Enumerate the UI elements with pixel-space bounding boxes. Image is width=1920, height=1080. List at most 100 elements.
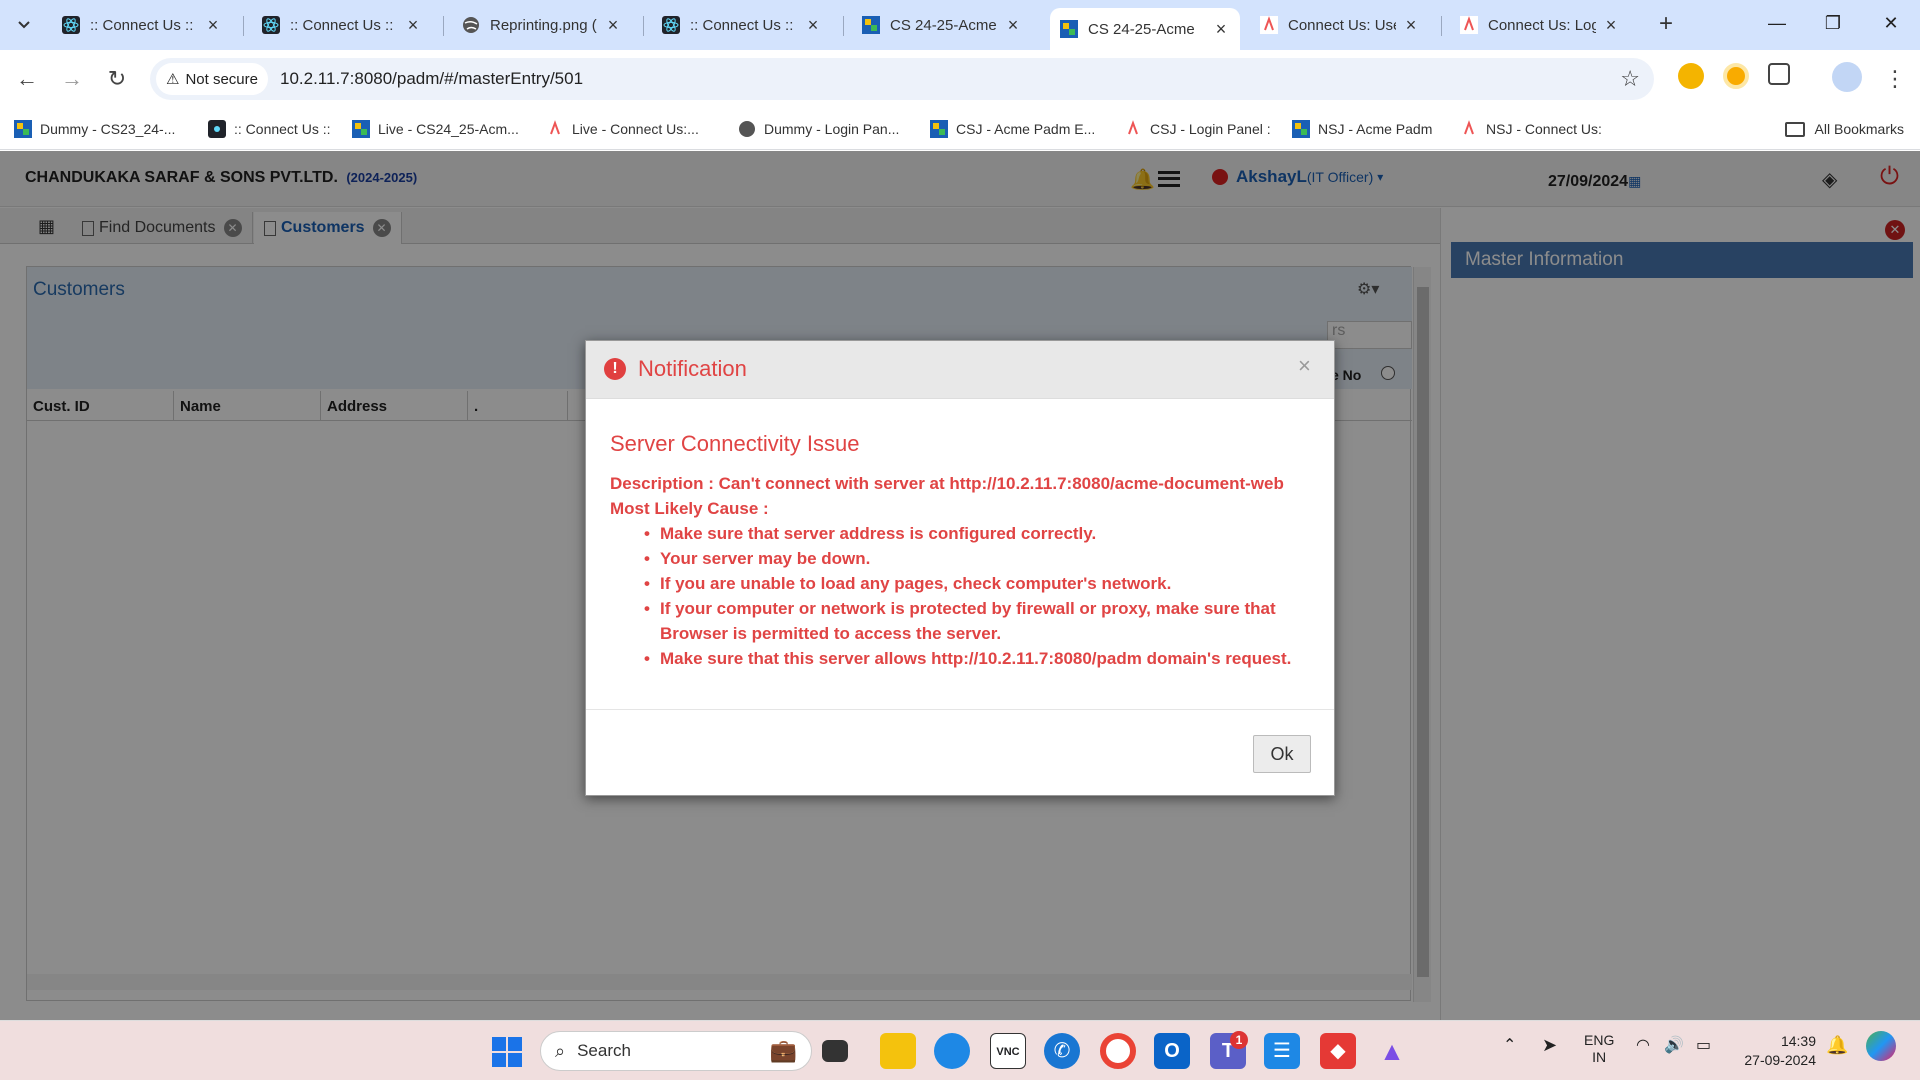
teams-icon[interactable]: T1 [1210,1031,1248,1069]
tab-search-button[interactable] [10,11,38,39]
cause-label: Most Likely Cause : [610,499,769,518]
mountain-app-icon[interactable]: ▲ [1374,1033,1410,1069]
back-button[interactable]: ← [12,64,42,94]
system-clock[interactable]: 14:39 27-09-2024 [1730,1032,1816,1070]
url-text[interactable]: 10.2.11.7:8080/padm/#/masterEntry/501 [280,69,583,89]
address-bar[interactable]: ⚠ Not secure 10.2.11.7:8080/padm/#/maste… [150,58,1654,100]
bookmark-label: Live - CS24_25-Acm... [378,121,519,137]
copilot-icon[interactable] [1866,1031,1896,1061]
close-icon[interactable]: × [604,15,622,36]
phone-icon[interactable]: ✆ [1044,1033,1080,1069]
folder-icon [1784,121,1805,137]
alert-icon: ! [604,358,626,380]
close-icon[interactable]: × [1602,15,1620,36]
acme-icon [14,120,32,138]
acme-icon [1060,20,1078,38]
dialog-body: Server Connectivity Issue Description : … [610,431,1310,671]
close-icon[interactable]: × [404,15,422,36]
cause-list: Make sure that server address is configu… [644,521,1310,671]
all-bookmarks-label: All Bookmarks [1814,121,1904,137]
bookmark-label: NSJ - Connect Us: [1486,121,1602,137]
battery-icon[interactable]: ▭ [1696,1035,1711,1055]
restore-button[interactable]: ❐ [1818,8,1848,38]
volume-icon[interactable]: 🔊 [1664,1035,1684,1055]
bookmark-item[interactable]: Dummy - CS23_24-... [14,116,175,142]
bookmark-item[interactable]: CSJ - Acme Padm E... [930,116,1095,142]
list-item: If you are unable to load any pages, che… [644,571,1310,596]
notification-badge: 1 [1230,1031,1248,1049]
tab-title: Connect Us: Use [1288,16,1396,34]
extension-icon[interactable] [1678,63,1704,89]
bookmark-item[interactable]: Live - CS24_25-Acm... [352,116,519,142]
forward-button[interactable]: → [57,64,87,94]
bookmark-item[interactable]: Dummy - Login Pan... [738,116,899,142]
edge-icon[interactable] [934,1033,970,1069]
browser-tab[interactable]: Connect Us: Log × [1450,8,1630,42]
minimize-button[interactable]: — [1762,8,1792,38]
new-tab-button[interactable]: + [1652,10,1680,38]
tab-title: Connect Us: Log [1488,16,1596,34]
bookmark-label: CSJ - Login Panel : [1150,121,1271,137]
window-close-button[interactable]: ✕ [1876,8,1906,38]
chevron-down-icon [18,21,30,29]
extension-icon[interactable] [1723,63,1749,89]
extensions-puzzle-icon[interactable] [1768,63,1790,85]
bookmark-label: :: Connect Us :: [234,121,331,137]
chevron-up-icon[interactable]: ⌃ [1503,1035,1516,1055]
close-icon[interactable]: × [1004,15,1022,36]
react-icon [262,16,280,34]
start-button[interactable] [492,1037,522,1067]
close-icon[interactable]: × [804,15,822,36]
ok-button[interactable]: Ok [1253,735,1311,773]
connect-icon [550,120,560,135]
wifi-icon[interactable]: ◠ [1636,1035,1650,1055]
dialog-title: Notification [638,356,747,381]
close-icon[interactable]: × [1298,353,1311,379]
tab-title: CS 24-25-Acme [1088,20,1195,38]
chrome-icon[interactable] [1100,1033,1136,1069]
browser-tab[interactable]: :: Connect Us :: × [52,8,232,42]
browser-tab[interactable]: Connect Us: Use × [1250,8,1430,42]
more-menu-icon[interactable]: ⋮ [1880,64,1910,94]
list-item: If your computer or network is protected… [644,596,1310,646]
acme-icon [1292,120,1310,138]
browser-tab[interactable]: :: Connect Us :: × [652,8,832,42]
bookmark-item[interactable]: :: Connect Us :: [208,116,330,142]
acme-icon [862,16,880,34]
file-explorer-icon[interactable] [880,1033,916,1069]
bookmark-label: Dummy - CS23_24-... [40,121,176,137]
all-bookmarks-button[interactable]: All Bookmarks [1784,116,1904,142]
list-item: Make sure that this server allows http:/… [644,646,1310,671]
acme-icon [930,120,948,138]
globe-icon [739,121,755,137]
bookmark-item[interactable]: Live - Connect Us:... [546,116,699,142]
notification-bell-icon[interactable]: 🔔 [1826,1035,1848,1056]
close-icon[interactable]: × [204,15,222,36]
browser-tab[interactable]: Reprinting.png ( × [452,8,632,42]
anydesk-icon[interactable]: ◆ [1320,1033,1356,1069]
location-icon[interactable]: ➤ [1542,1035,1557,1056]
browser-tab[interactable]: :: Connect Us :: × [252,8,432,42]
browser-tab-active[interactable]: CS 24-25-Acme × [1050,8,1240,50]
bookmark-item[interactable]: CSJ - Login Panel : [1124,116,1271,142]
task-view-icon[interactable] [822,1040,848,1062]
tab-title: :: Connect Us :: [90,16,194,34]
language-indicator[interactable]: ENG IN [1584,1032,1614,1066]
tab-title: :: Connect Us :: [690,16,794,34]
bookmark-label: CSJ - Acme Padm E... [956,121,1096,137]
vnc-icon[interactable]: VNC [990,1033,1026,1069]
browser-tab[interactable]: CS 24-25-Acme I × [852,8,1032,42]
site-info-chip[interactable]: ⚠ Not secure [156,63,268,95]
bookmark-item[interactable]: NSJ - Connect Us: [1460,116,1602,142]
outlook-icon[interactable]: O [1154,1033,1190,1069]
bookmark-item[interactable]: NSJ - Acme Padm [1292,116,1432,142]
notepad-icon[interactable]: ☰ [1264,1033,1300,1069]
bookmark-star-icon[interactable]: ☆ [1620,66,1640,92]
taskbar-search[interactable]: ⌕ Search 💼 [540,1031,812,1071]
profile-avatar[interactable] [1832,62,1862,92]
react-icon [208,120,226,138]
close-icon[interactable]: × [1402,15,1420,36]
app-content: CHANDUKAKA SARAF & SONS PVT.LTD. (2024-2… [0,151,1920,1020]
close-icon[interactable]: × [1212,19,1230,40]
reload-button[interactable]: ↻ [102,64,132,94]
